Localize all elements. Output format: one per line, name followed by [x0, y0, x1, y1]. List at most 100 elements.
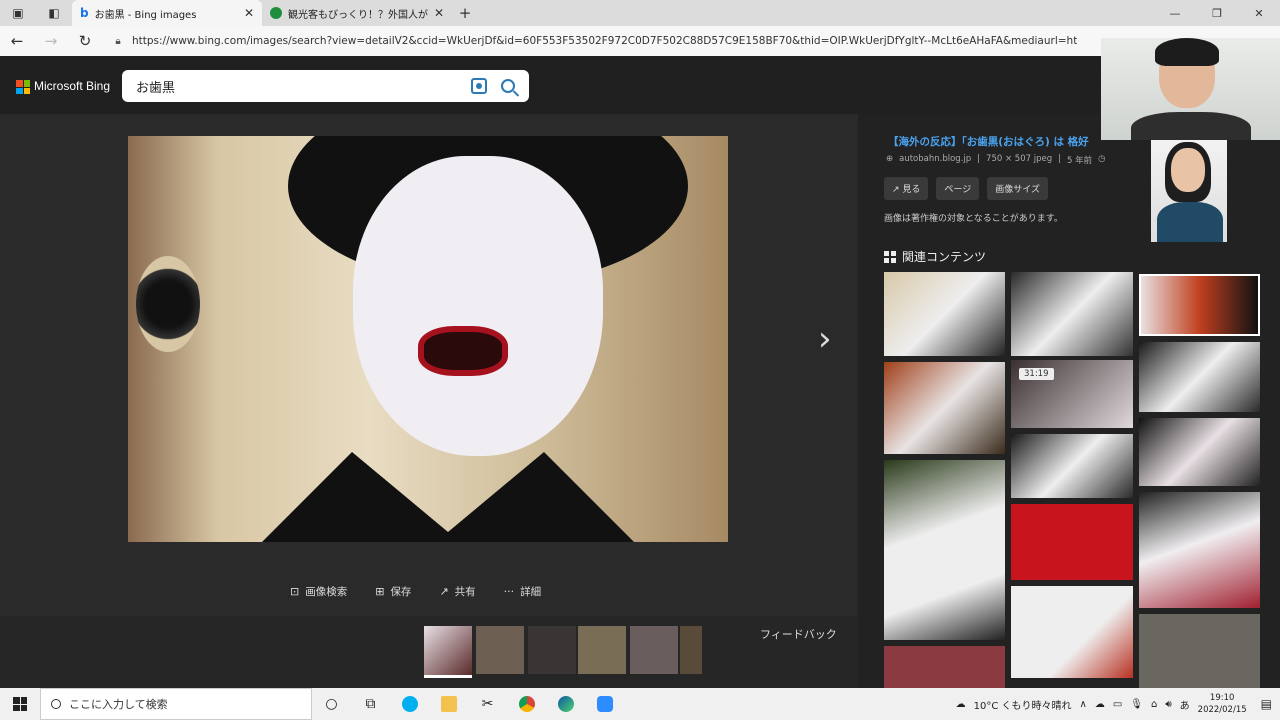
visual-search-icon[interactable]	[471, 78, 487, 94]
tab-bing-images[interactable]: b お歯黒 - Bing images ✕	[72, 0, 262, 26]
action-label: 画像検索	[305, 586, 348, 598]
image-meta: ⊕ autobahn.blog.jp | 750 × 507 jpeg | 5 …	[886, 154, 1106, 166]
ime-indicator[interactable]: あ	[1180, 697, 1190, 712]
related-thumb[interactable]	[1139, 418, 1260, 486]
globe-icon: ⊕	[886, 154, 894, 164]
bing-brand[interactable]: Microsoft Bing	[34, 79, 110, 93]
visual-search-button[interactable]: ⊡ 画像検索	[290, 584, 347, 599]
search-icon[interactable]	[501, 79, 515, 93]
person-body	[1131, 112, 1251, 140]
start-button[interactable]	[0, 697, 40, 711]
file-explorer-icon[interactable]	[429, 696, 468, 712]
skype-icon[interactable]	[390, 696, 429, 712]
chrome-icon[interactable]	[507, 696, 546, 712]
meta-separator: |	[1058, 154, 1061, 164]
microphone-icon[interactable]: 🎙︎	[1130, 699, 1143, 710]
more-details-button[interactable]: ··· 詳細	[504, 584, 542, 599]
related-thumb[interactable]	[1011, 504, 1133, 580]
related-thumb[interactable]	[1139, 614, 1260, 688]
main-image[interactable]	[128, 136, 728, 542]
view-button[interactable]: ↗ 見る	[884, 177, 929, 200]
close-window-icon[interactable]: ✕	[1238, 0, 1280, 26]
source-domain[interactable]: autobahn.blog.jp	[899, 154, 971, 166]
notification-icon[interactable]: ▤	[1261, 697, 1272, 711]
related-thumb[interactable]	[884, 272, 1005, 356]
search-input[interactable]	[122, 78, 471, 94]
filmstrip-thumb[interactable]	[680, 626, 702, 674]
taskbar-search-placeholder: ここに入力して検索	[69, 698, 168, 711]
related-video-thumb[interactable]: 31:19	[1011, 360, 1133, 428]
refresh-icon[interactable]: ↻	[68, 32, 102, 50]
related-thumb[interactable]	[884, 646, 1005, 688]
related-thumb[interactable]	[1139, 342, 1260, 412]
system-tray: ☁ 10°C くもり時々晴れ ∧ ☁ ▭ 🎙︎ ⌂ 🔊︎ あ 19:10 202…	[956, 692, 1280, 716]
related-thumb[interactable]	[1139, 274, 1260, 336]
search-box	[122, 70, 529, 102]
lock-icon[interactable]: 🔒︎	[108, 36, 128, 47]
image-title-link[interactable]: 【海外の反応】「お歯黒(おはぐろ) は 格好	[888, 134, 1128, 149]
tab-actions-icon[interactable]: ▣	[0, 0, 36, 26]
save-button[interactable]: ⊞ 保存	[375, 584, 411, 599]
filmstrip-thumb[interactable]	[630, 626, 678, 674]
task-view-icon[interactable]: ⧉	[351, 696, 390, 712]
page-button[interactable]: ページ	[936, 177, 980, 200]
volume-icon[interactable]: 🔊︎	[1165, 699, 1171, 710]
action-label: 保存	[390, 586, 412, 598]
related-thumb[interactable]	[884, 460, 1005, 640]
microsoft-logo-icon[interactable]	[16, 80, 30, 94]
onedrive-icon[interactable]: ☁	[1095, 699, 1105, 710]
chevron-up-icon[interactable]: ∧	[1080, 699, 1087, 710]
url-field[interactable]: https://www.bing.com/images/search?view=…	[132, 35, 1077, 47]
edge-icon[interactable]	[546, 696, 585, 712]
back-icon[interactable]: ←	[0, 32, 34, 50]
filmstrip-thumb[interactable]	[528, 626, 576, 674]
more-icon: ···	[503, 585, 515, 598]
snipping-tool-icon[interactable]: ✂	[468, 696, 507, 712]
site-favicon-icon	[270, 7, 282, 19]
network-icon[interactable]: ⌂	[1151, 699, 1157, 710]
close-tab-icon[interactable]: ✕	[244, 6, 254, 20]
next-image-icon[interactable]: ›	[818, 322, 840, 356]
filmstrip-thumb[interactable]	[476, 626, 524, 674]
battery-icon[interactable]: ▭	[1113, 699, 1122, 710]
forward-icon[interactable]: →	[34, 32, 68, 50]
related-content-heading: 関連コンテンツ	[884, 248, 986, 265]
share-icon: ↗	[439, 585, 449, 598]
maximize-icon[interactable]: ❐	[1196, 0, 1238, 26]
filmstrip-thumb[interactable]	[578, 626, 626, 674]
taskbar-search[interactable]: ここに入力して検索	[40, 688, 312, 720]
person-head	[1171, 148, 1205, 192]
new-tab-button[interactable]: +	[452, 0, 478, 26]
related-thumb[interactable]	[1139, 492, 1260, 608]
cortana-icon[interactable]: ○	[312, 696, 351, 712]
button-label: 見る	[902, 185, 921, 195]
webcam-presenter-2	[1151, 140, 1227, 242]
feedback-link[interactable]: フィードバック	[760, 626, 837, 642]
minimize-icon[interactable]: —	[1154, 0, 1196, 26]
image-size-button[interactable]: 画像サイズ	[987, 177, 1048, 200]
visual-search-icon: ⊡	[290, 585, 300, 598]
related-thumb[interactable]	[1011, 586, 1133, 678]
related-thumb[interactable]	[1011, 272, 1133, 356]
tab-title: 観光客もびっくり！？外国人が驚く	[288, 9, 428, 21]
workspaces-icon[interactable]: ◧	[36, 0, 72, 26]
share-button[interactable]: ↗ 共有	[439, 584, 475, 599]
mouth-shape	[418, 326, 508, 376]
clock[interactable]: 19:10 2022/02/15	[1198, 692, 1247, 716]
close-tab-icon[interactable]: ✕	[434, 6, 444, 20]
tab-title: お歯黒 - Bing images	[94, 9, 197, 21]
related-thumb[interactable]	[1011, 434, 1133, 498]
windows-taskbar: ここに入力して検索 ○ ⧉ ✂ ☁ 10°C くもり時々晴れ ∧ ☁ ▭ 🎙︎ …	[0, 688, 1280, 720]
browser-tab-bar: ▣ ◧ b お歯黒 - Bing images ✕ 観光客もびっくり！？外国人が…	[0, 0, 1280, 26]
tab-article[interactable]: 観光客もびっくり！？外国人が驚く ✕	[262, 0, 452, 26]
weather-text[interactable]: 10°C くもり時々晴れ	[974, 697, 1072, 712]
zoom-icon[interactable]	[585, 696, 624, 712]
clock-time: 19:10	[1209, 693, 1235, 703]
person-hair	[1155, 38, 1219, 66]
face-shape	[353, 156, 603, 456]
related-thumb[interactable]	[884, 362, 1005, 454]
filmstrip-thumb[interactable]	[424, 626, 472, 678]
address-bar: ← → ↻ 🔒︎ https://www.bing.com/images/sea…	[0, 26, 1280, 56]
detail-buttons: ↗ 見る ページ 画像サイズ	[884, 177, 1048, 200]
video-duration: 31:19	[1019, 368, 1054, 380]
